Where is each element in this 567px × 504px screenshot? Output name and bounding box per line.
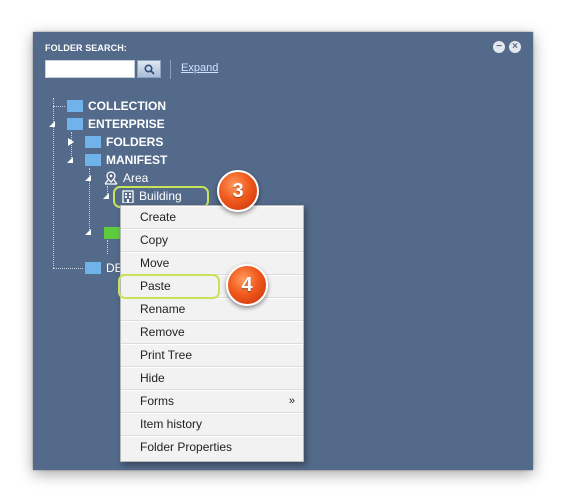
close-icon[interactable]: × bbox=[509, 41, 521, 53]
tree-node-label: MANIFEST bbox=[106, 153, 168, 167]
expand-link[interactable]: Expand bbox=[181, 62, 218, 74]
collapse-triangle-icon[interactable] bbox=[66, 156, 74, 164]
tree-connector bbox=[53, 106, 65, 107]
folder-icon bbox=[104, 227, 120, 239]
tree-node-area[interactable]: Area bbox=[104, 170, 148, 186]
menu-item-folder-properties[interactable]: Folder Properties bbox=[121, 436, 303, 459]
tree-node-enterprise[interactable]: ENTERPRISE bbox=[67, 116, 165, 132]
menu-item-create[interactable]: Create bbox=[121, 206, 303, 229]
menu-item-rename[interactable]: Rename bbox=[121, 298, 303, 321]
expand-triangle-icon[interactable] bbox=[67, 138, 75, 146]
tree-node-folders[interactable]: FOLDERS bbox=[85, 134, 163, 150]
tree-node-label: Area bbox=[123, 171, 149, 185]
menu-item-copy[interactable]: Copy bbox=[121, 229, 303, 252]
minimize-icon[interactable]: − bbox=[493, 41, 505, 53]
tree-node-label: COLLECTION bbox=[88, 99, 166, 113]
tree-node-collection[interactable]: COLLECTION bbox=[67, 98, 166, 114]
collapse-triangle-icon[interactable] bbox=[84, 228, 92, 236]
menu-item-item-history[interactable]: Item history bbox=[121, 413, 303, 436]
folder-icon bbox=[85, 136, 101, 148]
step-badge-3: 3 bbox=[217, 170, 259, 212]
map-pin-icon bbox=[104, 171, 118, 185]
step-badge-4: 4 bbox=[226, 264, 268, 306]
building-icon bbox=[122, 189, 134, 203]
menu-item-hide[interactable]: Hide bbox=[121, 367, 303, 390]
toolbar-separator bbox=[170, 60, 171, 79]
paste-highlight-ring bbox=[118, 274, 220, 299]
panel-controls: − × bbox=[493, 41, 521, 53]
search-button[interactable] bbox=[137, 60, 161, 78]
panel-title: FOLDER SEARCH: bbox=[45, 43, 127, 53]
tree-connector bbox=[107, 240, 108, 254]
folder-icon bbox=[85, 154, 101, 166]
tree-node-manifest[interactable]: MANIFEST bbox=[85, 152, 167, 168]
folder-icon bbox=[67, 100, 83, 112]
tree-node-label: FOLDERS bbox=[106, 135, 164, 149]
collapse-triangle-icon[interactable] bbox=[102, 192, 110, 200]
context-menu: Create Copy Move Paste Rename Remove Pri… bbox=[120, 205, 304, 462]
tree-node-label: Building bbox=[139, 189, 182, 203]
folder-icon bbox=[67, 118, 83, 130]
search-icon bbox=[143, 63, 155, 75]
submenu-arrow-icon: » bbox=[288, 395, 295, 407]
menu-item-remove[interactable]: Remove bbox=[121, 321, 303, 344]
tree-node-green-folder[interactable] bbox=[104, 225, 120, 241]
menu-item-forms[interactable]: Forms » bbox=[121, 390, 303, 413]
folder-search-input[interactable] bbox=[45, 60, 135, 78]
collapse-triangle-icon[interactable] bbox=[84, 174, 92, 182]
folder-icon bbox=[85, 262, 101, 274]
tree-node-label: ENTERPRISE bbox=[88, 117, 165, 131]
tree-node-building[interactable]: Building bbox=[122, 188, 182, 204]
collapse-triangle-icon[interactable] bbox=[48, 120, 56, 128]
menu-item-move[interactable]: Move bbox=[121, 252, 303, 275]
tree-node-de[interactable]: DE bbox=[85, 260, 123, 276]
menu-item-label: Forms bbox=[140, 394, 174, 408]
menu-item-print-tree[interactable]: Print Tree bbox=[121, 344, 303, 367]
tree-connector bbox=[53, 268, 83, 269]
